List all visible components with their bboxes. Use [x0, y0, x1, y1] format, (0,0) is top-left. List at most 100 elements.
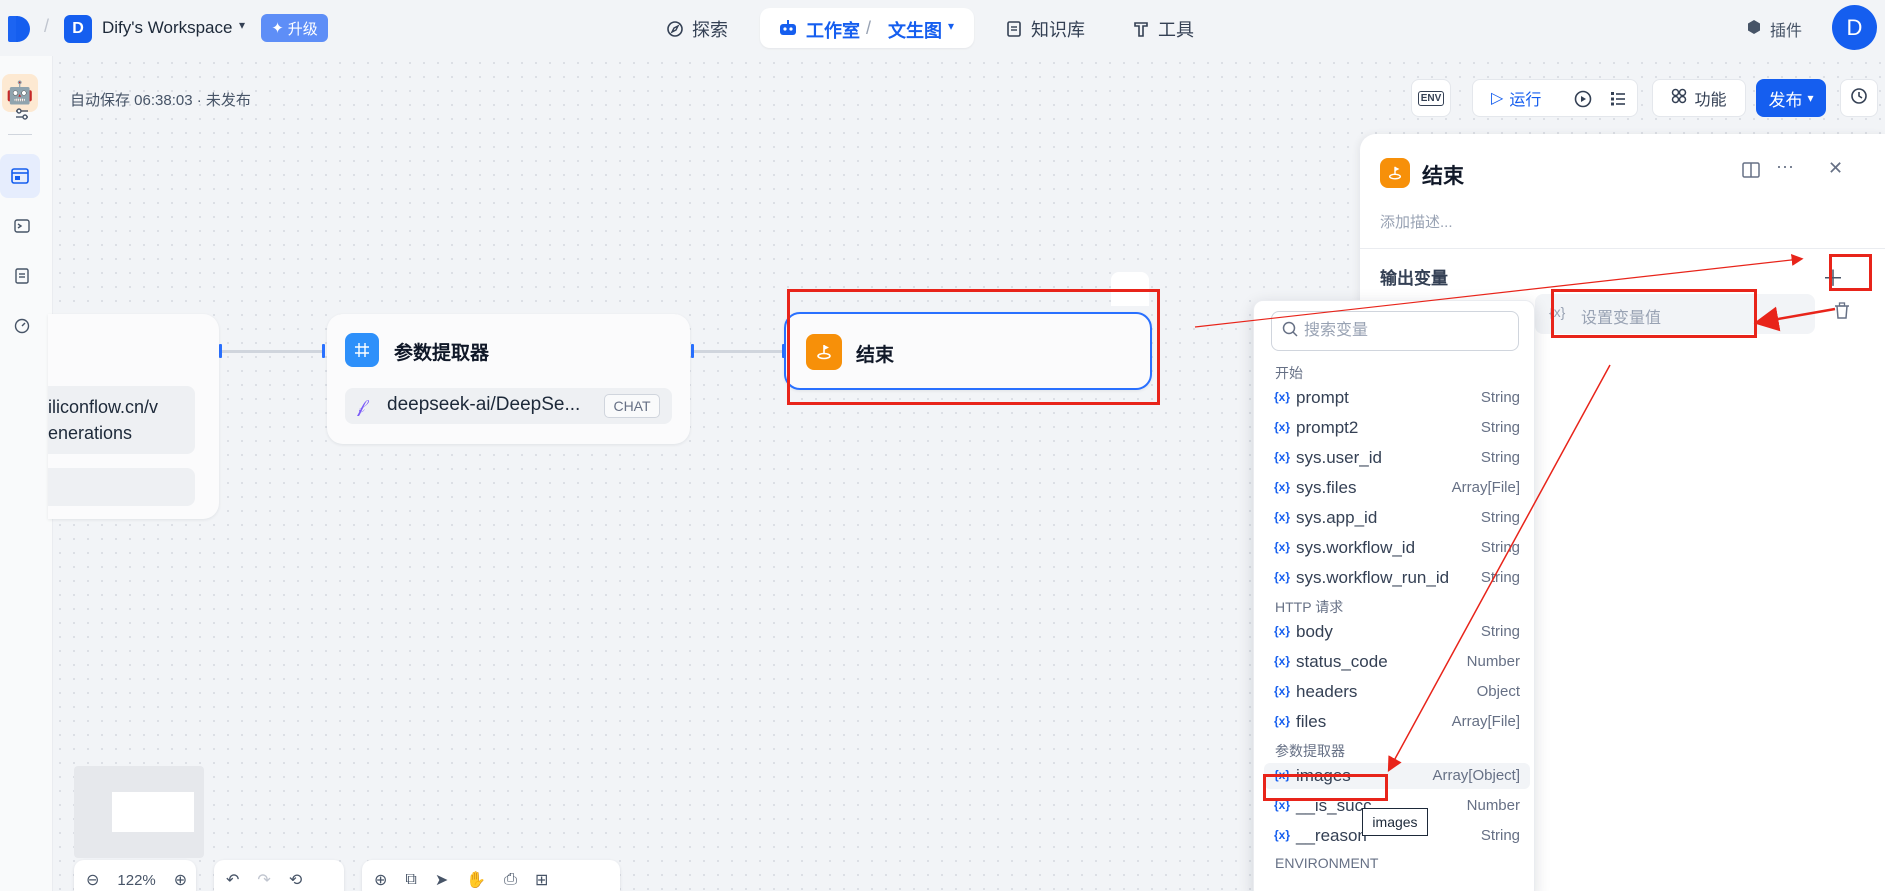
variable-search[interactable] — [1271, 311, 1519, 351]
gauge-icon[interactable] — [6, 310, 38, 342]
env-button[interactable]: ENV — [1411, 79, 1451, 117]
variable-option[interactable]: {x} body String — [1264, 619, 1530, 645]
env-icon: ENV — [1417, 90, 1445, 106]
dify-logo[interactable] — [8, 16, 30, 42]
nav-tools[interactable]: 工具 — [1132, 14, 1194, 44]
variable-icon: {x} — [1274, 714, 1291, 728]
variable-type: String — [1480, 623, 1520, 640]
close-icon[interactable]: ✕ — [1828, 158, 1843, 179]
run-button[interactable]: 运行 — [1509, 86, 1541, 110]
sliders-icon[interactable] — [6, 98, 38, 130]
edge-param-end — [692, 350, 784, 353]
node-handle[interactable] — [691, 344, 694, 358]
variable-icon: {x} — [1274, 684, 1291, 698]
variable-type: Array[File] — [1451, 479, 1520, 496]
http-request-node[interactable]: iliconflow.cn/v enerations — [48, 314, 219, 519]
redo-icon[interactable]: ↷ — [257, 870, 270, 890]
history-controls: ↶ ↷ ⟲ — [214, 860, 344, 891]
workflow-icon[interactable] — [0, 154, 40, 198]
variable-group-title: HTTP 请求 — [1275, 599, 1344, 615]
upgrade-button[interactable]: ✦ 升级 — [261, 14, 328, 42]
chevron-down-icon[interactable]: ▾ — [239, 18, 245, 32]
more-icon[interactable]: ··· — [1776, 156, 1794, 177]
variable-option[interactable]: {x} sys.app_id String — [1264, 505, 1530, 531]
layout-icon[interactable]: ⊞ — [535, 870, 548, 890]
export-image-icon[interactable]: ⎙ — [504, 871, 517, 889]
variable-name: sys.files — [1296, 478, 1357, 497]
book-icon — [1005, 20, 1023, 38]
publish-button[interactable]: 发布 ▾ — [1756, 79, 1826, 117]
nav-explore[interactable]: 探索 — [666, 14, 728, 44]
variable-option[interactable]: {x} files Array[File] — [1264, 709, 1530, 735]
variable-icon: {x} — [1274, 510, 1291, 524]
add-node-icon[interactable]: ⊕ — [374, 870, 387, 890]
zoom-in-icon[interactable]: ⊕ — [174, 870, 187, 890]
node-handle[interactable] — [219, 344, 222, 358]
grid-icon — [345, 333, 379, 367]
pointer-icon[interactable]: ➤ — [435, 870, 448, 890]
breadcrumb-separator: / — [866, 18, 872, 38]
chevron-down-icon: ▾ — [1807, 91, 1814, 105]
nav-knowledge-label: 知识库 — [1031, 20, 1085, 40]
nav-knowledge[interactable]: 知识库 — [1005, 14, 1085, 44]
chevron-down-icon[interactable]: ▾ — [948, 19, 954, 33]
minimap[interactable] — [74, 766, 204, 858]
trash-icon[interactable] — [1834, 302, 1850, 325]
nav-studio[interactable]: 工作室 / 文生图 ▾ — [760, 8, 974, 48]
app-name-selector[interactable]: 文生图 — [888, 17, 942, 43]
http-url-line2: enerations — [48, 423, 133, 443]
undo-icon[interactable]: ↶ — [226, 870, 239, 890]
terminal-icon[interactable] — [6, 210, 38, 242]
history-run-icon[interactable] — [1573, 89, 1593, 114]
workspace-avatar[interactable]: D — [64, 15, 92, 43]
http-url-line1: iliconflow.cn/v — [48, 397, 159, 417]
variable-icon: {x} — [1274, 828, 1291, 842]
variable-type: Number — [1466, 653, 1520, 670]
robot-icon — [778, 19, 798, 42]
logs-icon[interactable] — [6, 260, 38, 292]
play-icon[interactable]: ▷ — [1491, 88, 1503, 108]
autosave-status: 自动保存 06:38:03 · 未发布 — [70, 92, 251, 109]
parameter-extractor-node[interactable]: 参数提取器 𝒻 deepseek-ai/DeepSe... CHAT — [327, 314, 690, 444]
node-handle[interactable] — [322, 344, 325, 358]
output-variables-label: 输出变量 — [1380, 269, 1448, 288]
help-book-icon[interactable] — [1742, 162, 1760, 183]
features-button[interactable]: 功能 — [1652, 79, 1746, 117]
variable-option[interactable]: {x} sys.workflow_run_id String — [1264, 565, 1530, 591]
hand-icon[interactable]: ✋ — [466, 870, 486, 890]
model-selector[interactable]: 𝒻 deepseek-ai/DeepSe... CHAT — [345, 388, 672, 424]
plugin-button[interactable]: 插件 — [1746, 17, 1802, 41]
annotation-box-value-selector — [1551, 289, 1757, 338]
zoom-out-icon[interactable]: ⊖ — [86, 870, 99, 890]
variable-option[interactable]: {x} status_code Number — [1264, 649, 1530, 675]
variable-option[interactable]: {x} prompt String — [1264, 385, 1530, 411]
variable-option[interactable]: {x} sys.workflow_id String — [1264, 535, 1530, 561]
panel-divider — [1360, 248, 1885, 249]
description-input[interactable]: 添加描述... — [1380, 211, 1453, 232]
variable-type: String — [1480, 389, 1520, 406]
history-icon[interactable]: ⟲ — [289, 870, 302, 890]
compass-icon — [666, 20, 684, 38]
zoom-controls: ⊖ 122% ⊕ — [74, 860, 196, 891]
variable-icon: {x} — [1274, 540, 1291, 554]
plugin-label: 插件 — [1770, 23, 1803, 40]
workspace-name[interactable]: Dify's Workspace — [102, 18, 232, 38]
variable-group-title: 开始 — [1275, 365, 1303, 381]
add-note-icon[interactable]: ⧉ — [405, 871, 416, 889]
variable-option[interactable]: {x} prompt2 String — [1264, 415, 1530, 441]
variable-name: prompt — [1296, 388, 1349, 407]
variable-option[interactable]: {x} sys.user_id String — [1264, 445, 1530, 471]
user-avatar[interactable]: D — [1832, 5, 1877, 50]
minimap-viewport — [112, 792, 194, 832]
left-rail: 🤖 — [0, 56, 53, 891]
variable-option[interactable]: {x} sys.files Array[File] — [1264, 475, 1530, 501]
variable-option[interactable]: {x} headers Object — [1264, 679, 1530, 705]
version-history-button[interactable] — [1840, 79, 1878, 117]
variable-tooltip: images — [1362, 808, 1428, 836]
zoom-level[interactable]: 122% — [117, 872, 155, 889]
search-input[interactable] — [1304, 320, 1504, 342]
canvas-tools: ⊕ ⧉ ➤ ✋ ⎙ ⊞ — [362, 860, 620, 891]
panel-title[interactable]: 结束 — [1422, 160, 1464, 190]
nav-explore-label: 探索 — [692, 20, 728, 40]
checklist-icon[interactable] — [1609, 90, 1627, 113]
